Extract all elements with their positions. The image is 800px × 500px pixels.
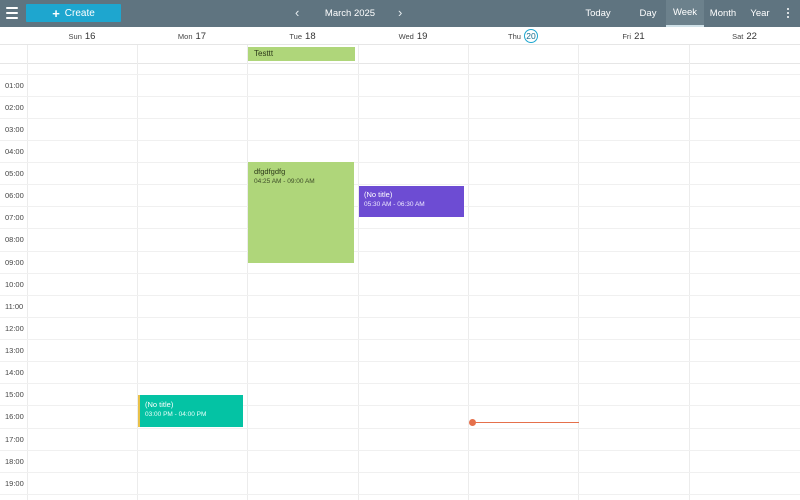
- hour-line: [0, 361, 800, 362]
- day-number: 16: [84, 30, 96, 42]
- day-header-row: Sun 16 Mon 17 Tue 18 Wed 19 Thu 20 Fri 2…: [0, 27, 800, 45]
- time-label: 13:00: [5, 346, 24, 355]
- day-number: 17: [195, 30, 207, 42]
- hour-line: [0, 74, 800, 75]
- all-day-event-testtt[interactable]: Testtt: [248, 47, 355, 61]
- event-time: 05:30 AM - 06:30 AM: [364, 201, 425, 208]
- current-time-line: [472, 422, 579, 423]
- time-label: 19:00: [5, 479, 24, 488]
- day-header-sun[interactable]: Sun 16: [27, 27, 137, 45]
- time-label: 05:00: [5, 169, 24, 178]
- day-name: Fri: [622, 31, 632, 41]
- create-button[interactable]: + Create: [26, 4, 121, 22]
- time-label: 12:00: [5, 324, 24, 333]
- current-time-dot: [469, 419, 476, 426]
- day-name: Wed: [398, 31, 414, 41]
- day-number: 21: [634, 30, 645, 42]
- all-day-row[interactable]: [0, 45, 800, 64]
- time-label: 16:00: [5, 412, 24, 421]
- hour-line: [0, 228, 800, 229]
- time-label: 02:00: [5, 103, 24, 112]
- time-label: 14:00: [5, 368, 24, 377]
- day-header-wed[interactable]: Wed 19: [358, 27, 468, 45]
- event-no-title-mon[interactable]: (No title) 03:00 PM - 04:00 PM: [138, 395, 243, 427]
- event-no-title-wed[interactable]: (No title) 05:30 AM - 06:30 AM: [359, 186, 464, 217]
- event-dfgdfgdfg[interactable]: dfgdfgdfg 04:25 AM - 09:00 AM: [248, 162, 354, 263]
- time-label: 06:00: [5, 191, 24, 200]
- day-name: Mon: [177, 31, 193, 41]
- day-name: Tue: [289, 31, 303, 41]
- view-day-button[interactable]: Day: [632, 0, 664, 27]
- event-time: 04:25 AM - 09:00 AM: [254, 178, 315, 185]
- plus-icon: +: [52, 5, 60, 21]
- time-label: 10:00: [5, 280, 24, 289]
- hour-line: [0, 383, 800, 384]
- hour-line: [0, 118, 800, 119]
- event-title: (No title): [364, 190, 393, 199]
- hour-line: [0, 405, 800, 406]
- hour-line: [0, 273, 800, 274]
- view-month-button[interactable]: Month: [705, 0, 741, 27]
- day-header-sat[interactable]: Sat 22: [689, 27, 800, 45]
- hour-line: [0, 162, 800, 163]
- time-label: 18:00: [5, 457, 24, 466]
- hamburger-menu-icon[interactable]: [6, 7, 18, 19]
- time-label: 03:00: [5, 125, 24, 134]
- hour-line: [0, 428, 800, 429]
- time-label: 15:00: [5, 390, 24, 399]
- event-title: (No title): [145, 400, 174, 409]
- hour-line: [0, 317, 800, 318]
- hour-line: [0, 140, 800, 141]
- day-number: 19: [416, 30, 428, 42]
- top-toolbar: + Create ‹ March 2025 › Today Day Week M…: [0, 0, 800, 27]
- day-name: Thu: [508, 31, 521, 41]
- time-label: 08:00: [5, 235, 24, 244]
- day-header-fri[interactable]: Fri 21: [578, 27, 689, 45]
- event-time: 03:00 PM - 04:00 PM: [145, 411, 207, 418]
- period-title: March 2025: [324, 8, 376, 19]
- vertical-dots-icon[interactable]: [784, 8, 792, 20]
- hour-line: [0, 450, 800, 451]
- day-number: 22: [746, 30, 757, 42]
- day-number: 18: [305, 30, 316, 42]
- day-name: Sat: [732, 31, 744, 41]
- today-day-number: 20: [523, 29, 538, 43]
- view-year-button[interactable]: Year: [745, 0, 775, 27]
- hour-line: [0, 339, 800, 340]
- today-button[interactable]: Today: [578, 0, 618, 27]
- time-label: 01:00: [5, 81, 24, 90]
- day-header-mon[interactable]: Mon 17: [137, 27, 247, 45]
- chevron-right-icon[interactable]: ›: [398, 6, 402, 19]
- event-title: Testtt: [254, 49, 274, 58]
- time-label: 11:00: [5, 302, 24, 311]
- hour-line: [0, 251, 800, 252]
- hour-line: [0, 472, 800, 473]
- view-week-button[interactable]: Week: [666, 0, 704, 27]
- create-button-label: Create: [64, 7, 95, 19]
- hour-line: [0, 184, 800, 185]
- time-label: 04:00: [5, 147, 24, 156]
- day-name: Sun: [68, 31, 82, 41]
- time-label: 07:00: [5, 213, 24, 222]
- day-header-tue[interactable]: Tue 18: [247, 27, 358, 45]
- day-header-thu[interactable]: Thu 20: [468, 27, 578, 45]
- hour-line: [0, 96, 800, 97]
- hour-line: [0, 494, 800, 495]
- event-title: dfgdfgdfg: [254, 167, 286, 176]
- chevron-left-icon[interactable]: ‹: [295, 6, 299, 19]
- time-label: 09:00: [5, 258, 24, 267]
- time-label: 17:00: [5, 435, 24, 444]
- hour-line: [0, 295, 800, 296]
